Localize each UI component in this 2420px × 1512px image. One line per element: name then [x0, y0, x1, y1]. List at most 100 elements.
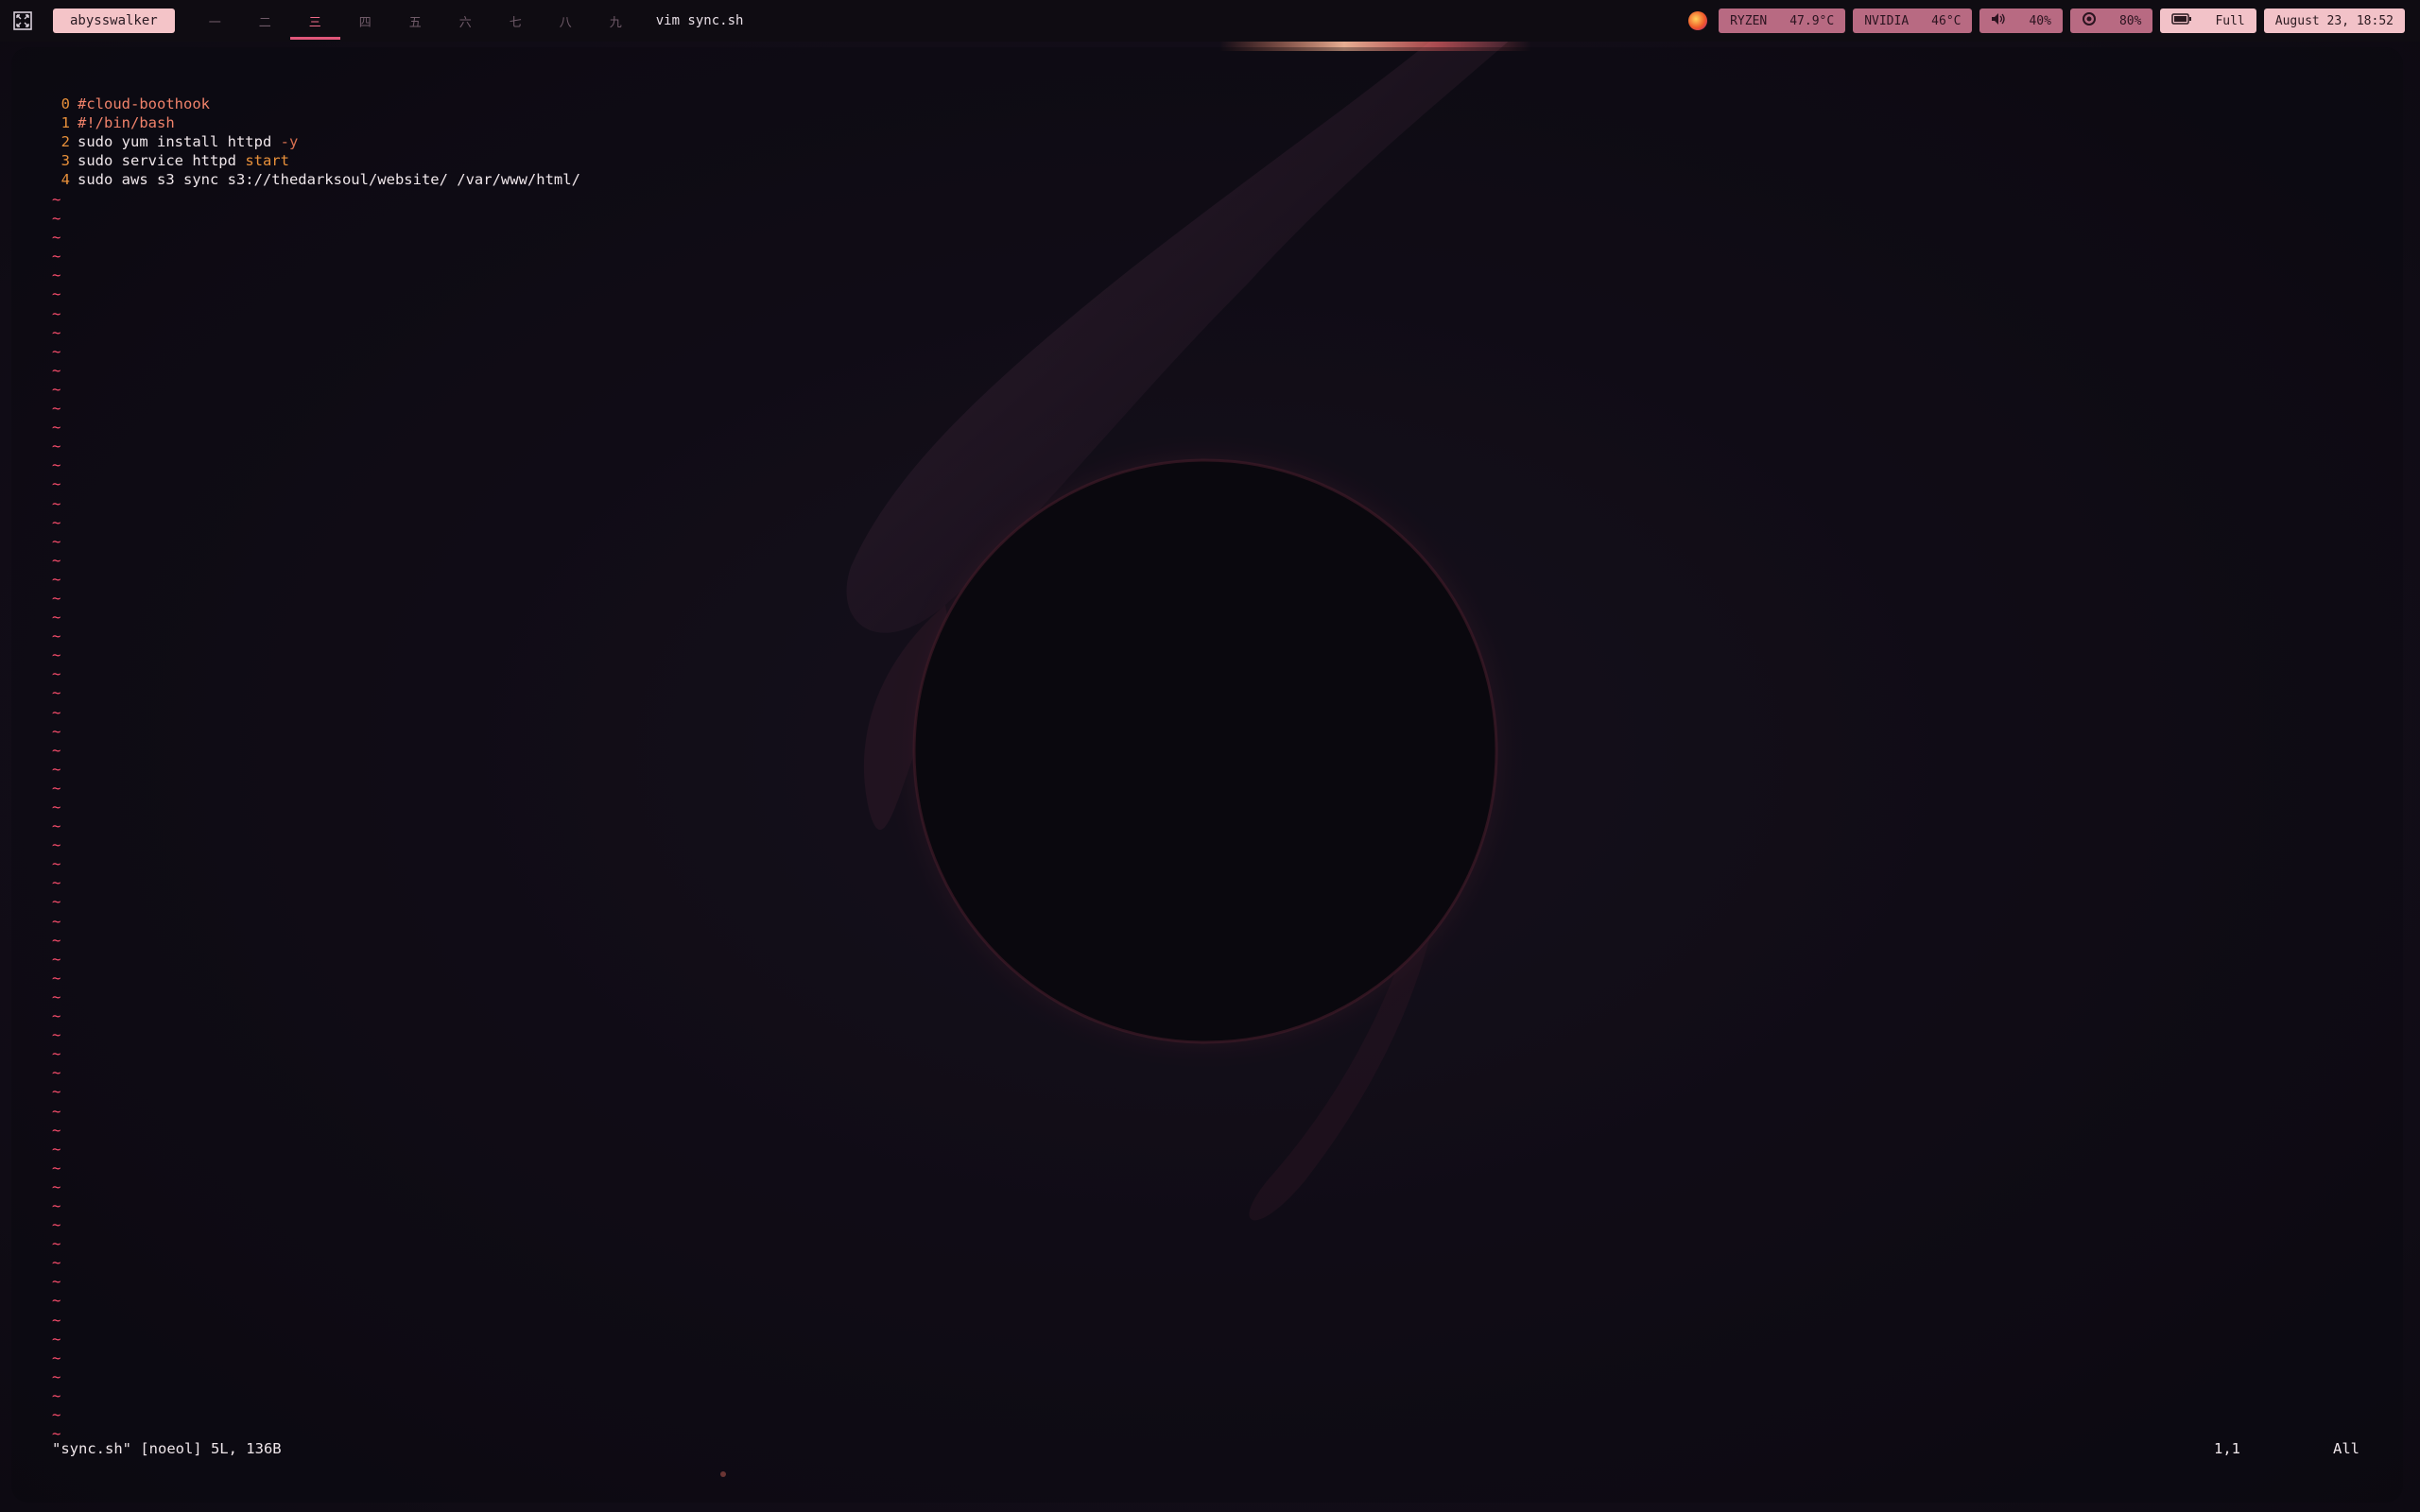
empty-line-marker: ~	[52, 551, 61, 569]
empty-line-marker: ~	[52, 380, 61, 398]
line-number: 0	[60, 95, 70, 112]
empty-line-marker: ~	[52, 304, 61, 322]
brightness-module[interactable]: 80%	[2069, 9, 2153, 33]
empty-line-marker: ~	[52, 191, 61, 208]
cpu-temp-module[interactable]: RYZEN 47.9°C	[1719, 9, 1846, 33]
empty-line-marker: ~	[52, 1026, 61, 1044]
empty-line-marker: ~	[52, 684, 61, 702]
empty-line-marker: ~	[52, 1235, 61, 1253]
workspace-9[interactable]: 九	[591, 0, 641, 42]
empty-line-marker: ~	[52, 1140, 61, 1158]
line-number: 4	[60, 171, 70, 188]
empty-line-marker: ~	[52, 912, 61, 930]
empty-line-marker: ~	[52, 969, 61, 987]
empty-line-marker: ~	[52, 1273, 61, 1291]
empty-line-marker: ~	[52, 703, 61, 721]
empty-line-marker: ~	[52, 799, 61, 816]
workspace-2[interactable]: 二	[240, 0, 290, 42]
clock-module[interactable]: August 23, 18:52	[2263, 9, 2405, 33]
empty-line-marker: ~	[52, 665, 61, 683]
volume-module[interactable]: 40%	[1979, 9, 2063, 33]
line-number: 1	[60, 114, 70, 131]
empty-line-marker: ~	[52, 438, 61, 455]
code-line: 0 #cloud-boothook	[47, 94, 580, 113]
empty-line-marker: ~	[52, 1177, 61, 1195]
workspace-8[interactable]: 八	[541, 0, 591, 42]
workspace-1[interactable]: 一	[190, 0, 240, 42]
status-message: "sync.sh" [noeol] 5L, 136B	[52, 1440, 282, 1457]
empty-line-marker: ~	[52, 1083, 61, 1101]
empty-line-marker: ~	[52, 836, 61, 854]
workspace-4[interactable]: 四	[340, 0, 390, 42]
workspace-6[interactable]: 六	[441, 0, 491, 42]
empty-line-marker: ~	[52, 266, 61, 284]
workspace-5[interactable]: 五	[390, 0, 441, 42]
empty-line-marker: ~	[52, 1292, 61, 1310]
empty-line-marker: ~	[52, 1159, 61, 1177]
code-text: sudo yum install httpd	[78, 133, 281, 150]
brightness-icon	[2082, 11, 2097, 30]
code-text: sudo aws s3 sync s3://thedarksoul/websit…	[78, 171, 580, 188]
workspace-7[interactable]: 七	[491, 0, 541, 42]
clock-value: August 23, 18:52	[2274, 13, 2394, 28]
empty-line-markers: ~ ~ ~ ~ ~ ~ ~ ~ ~ ~ ~ ~ ~ ~ ~ ~ ~ ~ ~ ~ ~ ~ ~ ~ ~ ~ ~ ~ ~ ~ ~ ~ ~ ~ ~ ~ ~ ~ ~ ~…	[52, 190, 60, 1443]
code-line: 1 #!/bin/bash	[47, 113, 580, 132]
empty-line-marker: ~	[52, 874, 61, 892]
vim-statusline: "sync.sh" [noeol] 5L, 136B 1,1 All	[52, 1438, 2396, 1459]
code-text: #!/bin/bash	[78, 114, 175, 131]
empty-line-marker: ~	[52, 646, 61, 664]
fullscreen-icon[interactable]	[11, 0, 34, 42]
gpu-label: NVIDIA	[1864, 13, 1910, 28]
code-line: 2 sudo yum install httpd -y	[47, 132, 580, 151]
empty-line-marker: ~	[52, 589, 61, 607]
empty-line-marker: ~	[52, 1216, 61, 1234]
status-bar: abysswalker 一 二 三 四 五 六 七 八 九 vim sync.s…	[0, 0, 2420, 42]
speaker-icon	[1991, 12, 2006, 29]
empty-line-marker: ~	[52, 361, 61, 379]
status-modules: RYZEN 47.9°C NVIDIA 46°C 40% 80% Full Au…	[1688, 9, 2405, 33]
workspace-3[interactable]: 三	[289, 0, 340, 42]
code-line: 3 sudo service httpd start	[47, 151, 580, 170]
empty-line-marker: ~	[52, 1349, 61, 1366]
empty-line-marker: ~	[52, 817, 61, 835]
flame-icon[interactable]	[1688, 11, 1708, 30]
empty-line-marker: ~	[52, 1007, 61, 1025]
line-number: 3	[60, 152, 70, 169]
empty-line-marker: ~	[52, 1367, 61, 1385]
empty-line-marker: ~	[52, 400, 61, 418]
empty-line-marker: ~	[52, 285, 61, 303]
brightness-value: 80%	[2118, 13, 2142, 28]
empty-line-marker: ~	[52, 722, 61, 740]
cpu-temp-value: 47.9°C	[1789, 13, 1835, 28]
empty-line-marker: ~	[52, 248, 61, 266]
gpu-temp-module[interactable]: NVIDIA 46°C	[1853, 9, 1973, 33]
empty-line-marker: ~	[52, 1196, 61, 1214]
empty-line-marker: ~	[52, 741, 61, 759]
empty-line-marker: ~	[52, 855, 61, 873]
empty-line-marker: ~	[52, 893, 61, 911]
code-line: 4 sudo aws s3 sync s3://thedarksoul/webs…	[47, 170, 580, 189]
vim-buffer[interactable]: 0 #cloud-boothook 1 #!/bin/bash 2 sudo y…	[47, 94, 580, 189]
battery-module[interactable]: Full	[2160, 9, 2256, 33]
empty-line-marker: ~	[52, 1102, 61, 1120]
code-flag: -y	[280, 133, 299, 150]
empty-line-marker: ~	[52, 1386, 61, 1404]
code-keyword: start	[245, 152, 289, 169]
line-number: 2	[60, 133, 70, 150]
empty-line-marker: ~	[52, 475, 61, 493]
empty-line-marker: ~	[52, 950, 61, 968]
window-title: vim sync.sh	[655, 13, 744, 28]
empty-line-marker: ~	[52, 1311, 61, 1329]
gpu-temp-value: 46°C	[1931, 13, 1962, 28]
scroll-indicator: All	[2333, 1440, 2360, 1457]
empty-line-marker: ~	[52, 988, 61, 1005]
empty-line-marker: ~	[52, 627, 61, 645]
empty-line-marker: ~	[52, 494, 61, 512]
empty-line-marker: ~	[52, 779, 61, 797]
hostname-badge: abysswalker	[53, 9, 175, 33]
cursor-position: 1,1	[2214, 1440, 2240, 1457]
empty-line-marker: ~	[52, 760, 61, 778]
empty-line-marker: ~	[52, 532, 61, 550]
empty-line-marker: ~	[52, 1406, 61, 1423]
empty-line-marker: ~	[52, 1045, 61, 1063]
